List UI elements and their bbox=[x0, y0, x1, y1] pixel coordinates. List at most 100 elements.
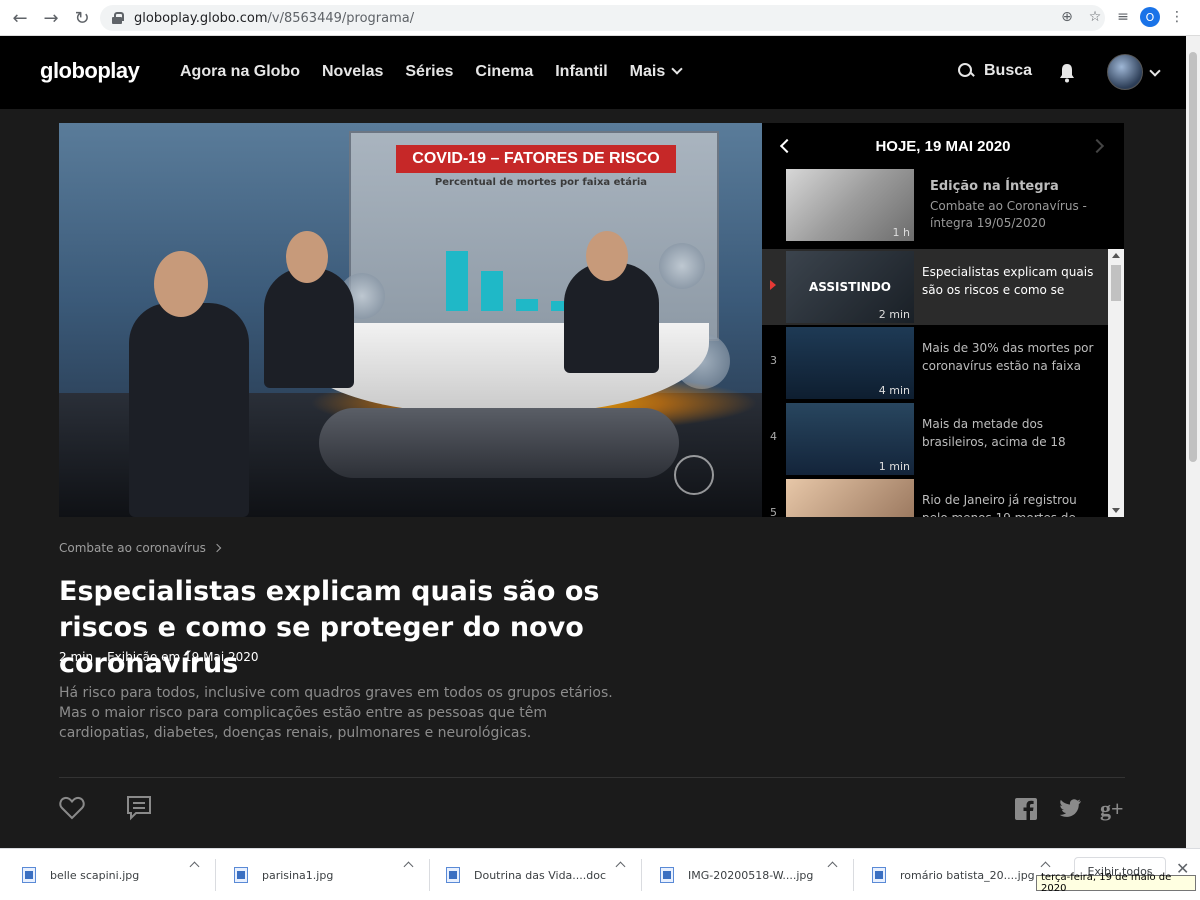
presenter-middle bbox=[264, 268, 354, 388]
divider bbox=[429, 859, 430, 891]
divider bbox=[641, 859, 642, 891]
download-item[interactable]: IMG-20200518-W....jpg bbox=[660, 857, 813, 893]
scroll-down-icon[interactable] bbox=[1112, 508, 1120, 513]
page-scrollbar[interactable] bbox=[1186, 36, 1200, 848]
url-host: globoplay.globo.com bbox=[134, 10, 268, 26]
globoplay-logo[interactable]: globoplay bbox=[40, 58, 140, 84]
twitter-icon[interactable] bbox=[1058, 798, 1082, 820]
playlist-featured[interactable]: 1 h Edição na Íntegra Combate ao Coronav… bbox=[762, 169, 1124, 249]
chevron-right-icon bbox=[212, 543, 222, 553]
item-thumbnail: ASSISTINDO 2 min bbox=[786, 251, 914, 323]
video-aired-date: Exibição em 19 Mai 2020 bbox=[107, 650, 259, 664]
scrollbar-thumb[interactable] bbox=[1189, 52, 1197, 462]
item-duration: 2 min bbox=[878, 308, 910, 321]
playlist-scrollbar[interactable] bbox=[1108, 249, 1124, 517]
video-meta: 2 min Exibição em 19 Mai 2020 bbox=[59, 650, 259, 664]
star-icon[interactable]: ☆ bbox=[1084, 6, 1106, 28]
chevron-left-icon[interactable] bbox=[779, 138, 795, 154]
screen-bar bbox=[516, 299, 538, 311]
video-duration: 2 min bbox=[59, 650, 94, 664]
divider bbox=[853, 859, 854, 891]
featured-desc: Combate ao Coronavírus - íntegra 19/05/2… bbox=[930, 199, 1087, 230]
nav-cinema[interactable]: Cinema bbox=[475, 63, 533, 81]
download-filename: belle scapini.jpg bbox=[50, 868, 140, 882]
main-nav: Agora na Globo Novelas Séries Cinema Inf… bbox=[180, 63, 683, 81]
chevron-up-icon[interactable] bbox=[615, 861, 626, 872]
chevron-right-icon[interactable] bbox=[1089, 138, 1105, 154]
playlist-panel: HOJE, 19 MAI 2020 1 h Edição na Íntegra … bbox=[762, 123, 1124, 517]
address-bar[interactable]: globoplay.globo.com/v/8563449/programa/ bbox=[100, 5, 1105, 31]
chevron-up-icon[interactable] bbox=[189, 861, 200, 872]
site-header: globoplay Agora na Globo Novelas Séries … bbox=[0, 36, 1186, 109]
browser-toolbar: ← → ↻ globoplay.globo.com/v/8563449/prog… bbox=[0, 0, 1200, 36]
divider bbox=[215, 859, 216, 891]
download-item[interactable]: belle scapini.jpg bbox=[22, 857, 139, 893]
item-thumbnail: 4 min bbox=[786, 327, 914, 399]
chevron-up-icon[interactable] bbox=[827, 861, 838, 872]
item-title: Rio de Janeiro já registrou pelo menos 1… bbox=[922, 493, 1077, 517]
video-player[interactable]: COVID-19 – FATORES DE RISCO Percentual d… bbox=[59, 123, 762, 517]
playlist-item[interactable]: 4 1 min Mais da metade dos brasileiros, … bbox=[762, 401, 1108, 477]
download-item[interactable]: Doutrina das Vida....doc bbox=[446, 857, 606, 893]
featured-thumbnail: 1 h bbox=[786, 169, 914, 241]
chevron-down-icon bbox=[671, 63, 683, 75]
nav-mais[interactable]: Mais bbox=[630, 63, 683, 81]
playlist-scroll-thumb[interactable] bbox=[1111, 265, 1121, 301]
playlist-item[interactable]: 5 Rio de Janeiro já registrou pelo menos… bbox=[762, 477, 1108, 517]
forward-icon[interactable]: → bbox=[37, 4, 65, 32]
download-item[interactable]: parisina1.jpg bbox=[234, 857, 333, 893]
downloads-bar: belle scapini.jpg parisina1.jpg Doutrina… bbox=[0, 848, 1200, 900]
back-icon[interactable]: ← bbox=[6, 4, 34, 32]
menu-icon[interactable]: ⋮ bbox=[1166, 6, 1188, 28]
heart-icon[interactable] bbox=[59, 796, 85, 820]
item-thumbnail bbox=[786, 479, 914, 517]
nav-novelas[interactable]: Novelas bbox=[322, 63, 383, 81]
date-tooltip: terça-feira, 19 de maio de 2020 bbox=[1036, 872, 1196, 894]
presenter-right-head bbox=[586, 231, 628, 281]
breadcrumb[interactable]: Combate ao coronavírus bbox=[59, 541, 222, 555]
item-thumbnail: 1 min bbox=[786, 403, 914, 475]
featured-title: Edição na Íntegra bbox=[930, 179, 1059, 194]
scroll-up-icon[interactable] bbox=[1112, 253, 1120, 258]
url-path: /v/8563449/programa/ bbox=[267, 10, 415, 26]
globo-watermark-icon bbox=[674, 455, 714, 495]
screen-bar bbox=[446, 251, 468, 311]
search-button[interactable]: Busca bbox=[958, 62, 1032, 80]
chevron-up-icon[interactable] bbox=[403, 861, 414, 872]
media-icon[interactable]: ≡ bbox=[1112, 6, 1134, 28]
search-icon bbox=[958, 63, 974, 79]
breadcrumb-label: Combate ao coronavírus bbox=[59, 541, 206, 555]
download-filename: romário batista_20....jpg bbox=[900, 868, 1035, 882]
chevron-down-icon[interactable] bbox=[1149, 65, 1161, 77]
playlist-item[interactable]: 3 4 min Mais de 30% das mortes por coron… bbox=[762, 325, 1108, 401]
presenter-left-head bbox=[154, 251, 208, 317]
download-filename: IMG-20200518-W....jpg bbox=[688, 868, 814, 882]
user-avatar[interactable] bbox=[1107, 54, 1143, 90]
playlist-list: ASSISTINDO 2 min Especialistas explicam … bbox=[762, 249, 1124, 517]
add-icon[interactable]: ⊕ bbox=[1056, 6, 1078, 28]
presenter-middle-head bbox=[286, 231, 328, 283]
google-plus-icon[interactable]: g+ bbox=[1100, 798, 1128, 820]
reload-icon[interactable]: ↻ bbox=[68, 4, 96, 32]
comment-icon[interactable] bbox=[126, 795, 152, 821]
facebook-icon[interactable] bbox=[1015, 798, 1037, 820]
chevron-up-icon[interactable] bbox=[1040, 861, 1051, 872]
search-label: Busca bbox=[984, 62, 1033, 79]
screen-bar bbox=[481, 271, 503, 311]
bell-icon[interactable] bbox=[1058, 63, 1076, 83]
playlist-item[interactable]: ASSISTINDO 2 min Especialistas explicam … bbox=[762, 249, 1108, 325]
item-duration: 4 min bbox=[878, 384, 910, 397]
item-duration: 1 min bbox=[878, 460, 910, 473]
word-file-icon bbox=[446, 867, 460, 883]
image-file-icon bbox=[660, 867, 674, 883]
profile-avatar[interactable]: O bbox=[1140, 7, 1160, 27]
nav-infantil[interactable]: Infantil bbox=[555, 63, 607, 81]
download-item[interactable]: romário batista_20....jpg bbox=[872, 857, 1035, 893]
playing-icon bbox=[770, 280, 776, 290]
nav-series[interactable]: Séries bbox=[405, 63, 453, 81]
image-file-icon bbox=[872, 867, 886, 883]
video-subtitle: Percentual de mortes por faixa etária bbox=[434, 177, 648, 188]
nav-agora[interactable]: Agora na Globo bbox=[180, 63, 300, 81]
download-filename: parisina1.jpg bbox=[262, 868, 334, 882]
image-file-icon bbox=[234, 867, 248, 883]
